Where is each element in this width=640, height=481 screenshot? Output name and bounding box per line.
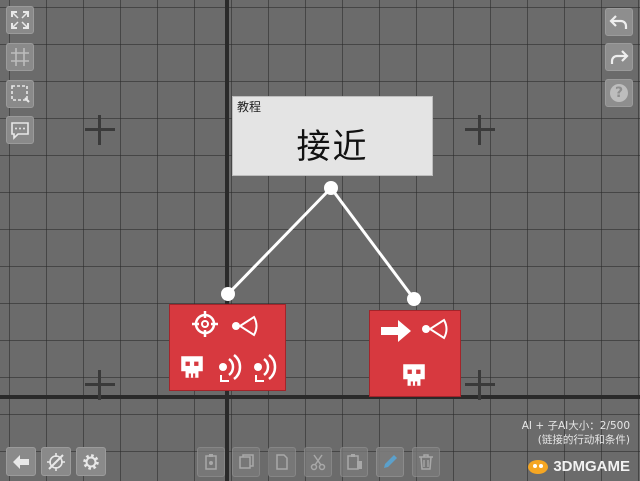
watermark-text: 3DMGAME [553, 457, 630, 475]
grid-crosshair [465, 115, 495, 145]
help-button[interactable]: ? [605, 79, 633, 107]
cut-button[interactable] [304, 447, 332, 477]
fullscreen-button[interactable] [6, 6, 34, 34]
skull-icon [181, 356, 203, 378]
watermark-logo-icon [528, 460, 549, 474]
watermark: 3DMGAME [527, 457, 630, 475]
disable-node-button[interactable] [41, 447, 71, 476]
node-title: 接近 [296, 127, 369, 167]
grid-crosshair [465, 370, 495, 400]
tutorial-node[interactable]: 教程 接近 [232, 96, 433, 176]
back-arrow-icon [13, 454, 29, 469]
copy-button[interactable] [232, 447, 260, 477]
back-button[interactable] [6, 447, 36, 476]
edit-button[interactable] [376, 447, 404, 477]
grid-crosshair [85, 115, 115, 145]
fullscreen-icon [11, 11, 29, 29]
link-port-right [407, 292, 421, 306]
select-box-icon [11, 85, 30, 103]
settings-button[interactable] [76, 447, 106, 476]
sight-icon [422, 318, 448, 340]
ai-size-info: AI + 子AI大小：2/500 (链接的行动和条件) [522, 419, 630, 447]
hearing-icon [219, 354, 242, 382]
node-tag: 教程 [237, 100, 262, 114]
skull-icon [403, 364, 425, 386]
undo-button[interactable] [605, 8, 633, 36]
duplicate-icon [276, 454, 288, 470]
grid-icon [11, 48, 29, 66]
select-box-button[interactable] [6, 80, 34, 108]
help-label: ? [614, 85, 624, 101]
paste-icon [205, 454, 217, 470]
undo-icon [609, 15, 628, 29]
comment-icon [11, 122, 29, 140]
ai-size-count: AI + 子AI大小：2/500 [521, 420, 630, 432]
action-card-attack[interactable] [169, 304, 286, 391]
redo-button[interactable] [605, 43, 633, 71]
disable-node-icon [47, 452, 65, 471]
copy-icon [239, 454, 254, 469]
hearing-icon [254, 354, 277, 382]
paste-special-icon [347, 454, 362, 470]
vertical-axis [225, 0, 229, 481]
node-links [221, 181, 421, 306]
delete-icon [419, 454, 433, 470]
cut-icon [310, 454, 326, 471]
target-icon [192, 311, 218, 337]
settings-icon [83, 453, 99, 470]
redo-icon [610, 50, 629, 64]
grid-crosshair [85, 370, 115, 400]
link-port-top [324, 181, 338, 195]
ai-size-note: (链接的行动和条件) [537, 434, 630, 446]
paste-button[interactable] [197, 447, 225, 477]
paste-special-button[interactable] [340, 447, 368, 477]
grid-toggle-button[interactable] [6, 43, 34, 71]
delete-button[interactable] [412, 447, 440, 477]
action-card-approach[interactable] [369, 310, 461, 397]
edit-icon [384, 455, 397, 468]
arrow-right-icon [381, 320, 411, 342]
sight-icon [232, 315, 258, 337]
comment-button[interactable] [6, 116, 34, 144]
duplicate-button[interactable] [268, 447, 296, 477]
